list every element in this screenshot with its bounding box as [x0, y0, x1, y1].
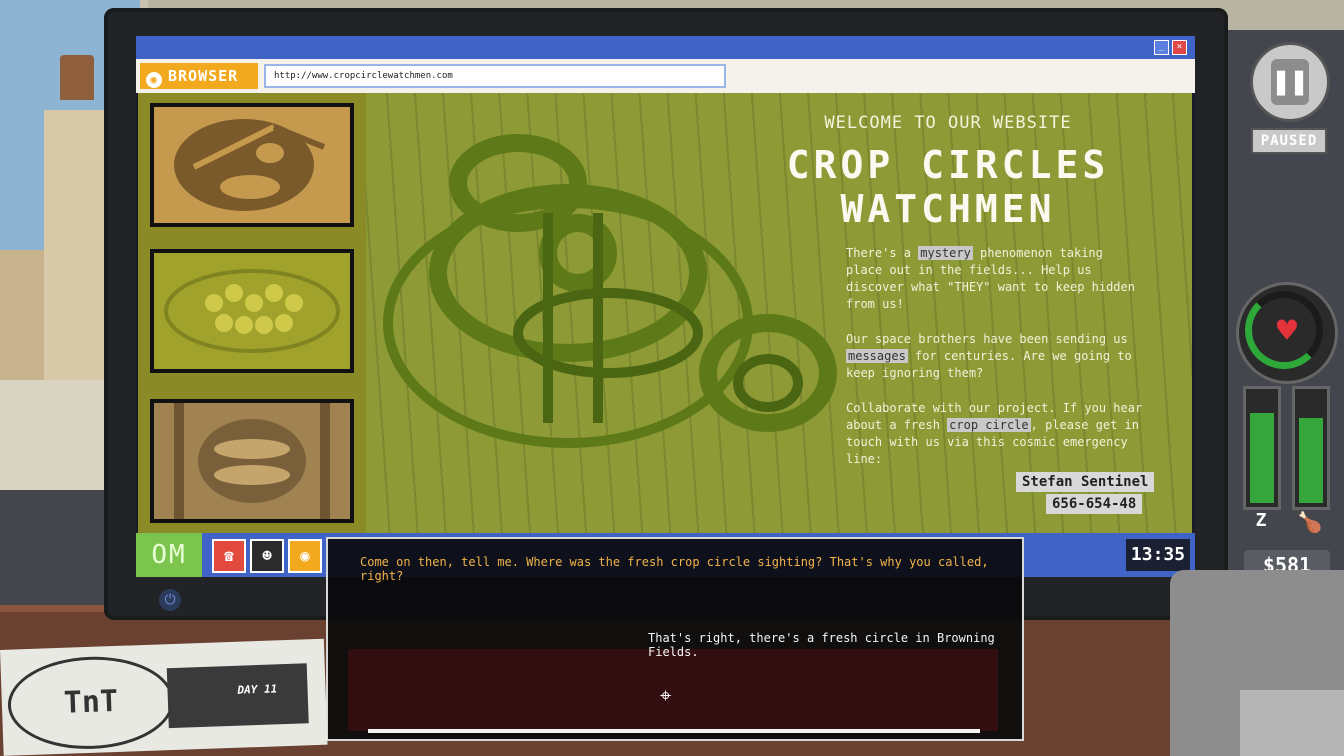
highlight-link[interactable]: mystery [918, 246, 973, 260]
newspaper-logo: TnT [6, 653, 176, 752]
cursor-icon: ⌖ [660, 683, 672, 707]
minimize-button[interactable]: _ [1154, 40, 1169, 55]
dialog-box: Come on then, tell me. Where was the fre… [326, 537, 1024, 741]
url-field[interactable]: http://www.cropcirclewatchmen.com [264, 64, 726, 88]
sleep-meter [1243, 386, 1281, 510]
close-button[interactable]: × [1172, 40, 1187, 55]
hunger-meter [1292, 386, 1330, 510]
health-gauge: ♥ [1236, 282, 1338, 384]
contact-card: Stefan Sentinel 656-654-48 [1016, 471, 1158, 514]
face-icon[interactable]: ☻ [250, 539, 284, 573]
pause-icon: ❚❚ [1271, 59, 1309, 105]
water-tower [60, 55, 94, 100]
site-title: CROP CIRCLES WATCHMEN [768, 143, 1128, 231]
player-response-option[interactable]: That's right, there's a fresh circle in … [648, 631, 1008, 659]
desk-telephone[interactable] [1170, 570, 1344, 756]
paragraph: Our space brothers have been sending us … [846, 331, 1146, 382]
paused-label: PAUSED [1251, 128, 1327, 154]
crop-circle-photo[interactable] [150, 249, 354, 373]
crop-circle-art [174, 119, 326, 211]
crop-circle-art [174, 403, 330, 519]
paragraph: There's a mystery phenomenon taking plac… [846, 245, 1146, 313]
crop-circle-art [164, 269, 340, 353]
webpage: WELCOME TO OUR WEBSITE CROP CIRCLES WATC… [138, 93, 1192, 533]
site-title-line1: CROP CIRCLES [786, 143, 1110, 187]
thumbnail-column [138, 93, 366, 533]
npc-dialog-line: Come on then, tell me. Where was the fre… [360, 555, 989, 583]
heart-icon: ♥ [1276, 311, 1298, 351]
sleep-icon: Z [1255, 510, 1267, 531]
browser-label-text: BROWSER [168, 67, 239, 85]
power-icon[interactable]: ⏻ [159, 589, 181, 611]
text: Our space brothers have been sending us [846, 332, 1128, 346]
contact-name[interactable]: Stefan Sentinel [1016, 472, 1155, 492]
start-button[interactable]: OM [136, 533, 202, 577]
sleep-meter-fill [1250, 413, 1274, 503]
hunger-meter-fill [1299, 418, 1323, 503]
contact-phone[interactable]: 656-654-48 [1046, 494, 1143, 514]
phone-icon[interactable]: ☎ [212, 539, 246, 573]
paragraph: Collaborate with our project. If you hea… [846, 400, 1146, 468]
newspaper[interactable]: TnT DAY 11 [0, 638, 328, 756]
browser-label: ◉ BROWSER [140, 63, 258, 89]
taskbar-clock: 13:35 [1126, 539, 1190, 571]
text: There's a [846, 246, 919, 260]
browser-icon[interactable]: ◉ [288, 539, 322, 573]
pause-button[interactable]: ❚❚ [1250, 42, 1330, 122]
monitor-screen: _ × ◉ BROWSER http://www.cropcirclewatchm… [136, 36, 1195, 577]
day-counter: DAY 11 [237, 682, 278, 697]
window-titlebar: _ × [136, 36, 1195, 59]
highlight-link[interactable]: crop circle [947, 418, 1031, 432]
browser-address-bar: ◉ BROWSER http://www.cropcirclewatchmen.c… [136, 59, 1195, 93]
browser-icon: ◉ [146, 72, 162, 88]
telephone-keypad[interactable] [1240, 690, 1344, 756]
site-title-line2: WATCHMEN [840, 187, 1056, 231]
highlight-link[interactable]: messages [846, 349, 908, 363]
site-description: There's a mystery phenomenon taking plac… [846, 245, 1146, 486]
crop-circle-photo[interactable] [150, 399, 354, 523]
crop-circle-photo[interactable] [150, 103, 354, 227]
dialog-progress-bar [368, 729, 980, 733]
food-icon: 🍗 [1297, 510, 1323, 534]
welcome-heading: WELCOME TO OUR WEBSITE [824, 113, 1072, 133]
